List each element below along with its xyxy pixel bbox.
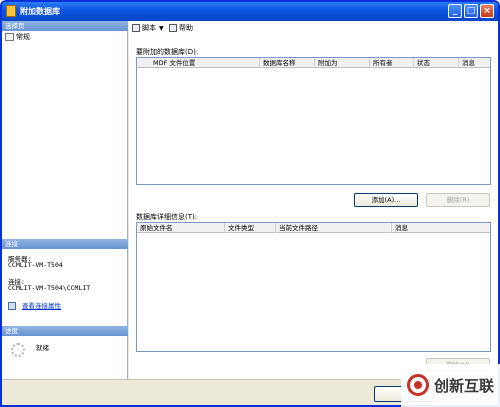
col-owner[interactable]: 所有者 [370, 58, 414, 68]
remove-database-button[interactable]: 删除(R) [426, 193, 490, 207]
database-icon [6, 5, 16, 17]
brand-logo-icon [407, 374, 429, 396]
close-button[interactable]: × [480, 4, 494, 18]
properties-icon [8, 302, 16, 310]
grid-header: MDF 文件位置 数据库名称 附加为 所有者 状态 消息 [137, 58, 490, 68]
progress-header: 进度 [2, 326, 128, 336]
help-label: 帮助 [179, 24, 193, 32]
progress-spinner-icon [11, 343, 25, 357]
page-item-general[interactable]: 常规 [5, 32, 30, 42]
connection-header: 连接 [2, 239, 128, 249]
watermark-text: 创新互联 [434, 377, 495, 395]
connection-value: CCMLIT-VM-T504\CCMLIT [8, 284, 91, 292]
database-details-label: 数据库详细信息(T): [136, 213, 198, 221]
chevron-down-icon: ▼ [159, 25, 164, 32]
title-bar: 附加数据库 _ □ × [2, 2, 498, 21]
maximize-button[interactable]: □ [464, 4, 478, 18]
toolbar: 脚本 ▼ 帮助 [129, 21, 498, 35]
details-grid-header: 原始文件名 文件类型 当前文件路径 消息 [137, 223, 490, 233]
page-item-label: 常规 [16, 33, 30, 41]
main-panel: 脚本 ▼ 帮助 要附加的数据库(D): MDF 文件位置 数据库名称 附加为 所有… [129, 21, 498, 379]
col-current-path[interactable]: 当前文件路径 [276, 223, 392, 233]
view-connection-properties-link[interactable]: 查看连接属性 [8, 300, 61, 310]
col-db-name[interactable]: 数据库名称 [260, 58, 315, 68]
script-label: 脚本 [142, 24, 156, 32]
script-button[interactable]: 脚本 ▼ [132, 23, 164, 33]
watermark: 创新互联 [401, 364, 500, 407]
help-button[interactable]: 帮助 [169, 23, 193, 33]
script-icon [132, 24, 140, 32]
window-title: 附加数据库 [20, 7, 60, 16]
attach-databases-label: 要附加的数据库(D): [136, 48, 199, 56]
database-details-grid[interactable]: 原始文件名 文件类型 当前文件路径 消息 [136, 222, 491, 352]
attach-databases-grid[interactable]: MDF 文件位置 数据库名称 附加为 所有者 状态 消息 [136, 57, 491, 185]
add-button[interactable]: 添加(A)... [354, 193, 418, 207]
attach-database-window: 附加数据库 _ □ × 选择页 常规 连接 服务器: CCMLIT-VM-T50… [0, 0, 500, 407]
minimize-button[interactable]: _ [448, 4, 462, 18]
select-page-header: 选择页 [2, 21, 128, 31]
server-value: CCMLIT-VM-T504 [8, 261, 63, 269]
view-properties-label: 查看连接属性 [22, 302, 61, 310]
col-file-type[interactable]: 文件类型 [225, 223, 276, 233]
left-panel: 选择页 常规 连接 服务器: CCMLIT-VM-T504 连接: CCMLIT… [2, 21, 128, 379]
progress-status: 就绪 [36, 344, 49, 352]
col-details-message[interactable]: 消息 [392, 223, 490, 233]
page-icon [5, 33, 14, 41]
col-attach-as[interactable]: 附加为 [315, 58, 370, 68]
help-icon [169, 24, 177, 32]
col-mdf-location[interactable]: MDF 文件位置 [137, 58, 260, 68]
col-message[interactable]: 消息 [459, 58, 490, 68]
col-status[interactable]: 状态 [414, 58, 459, 68]
col-original-file[interactable]: 原始文件名 [137, 223, 225, 233]
